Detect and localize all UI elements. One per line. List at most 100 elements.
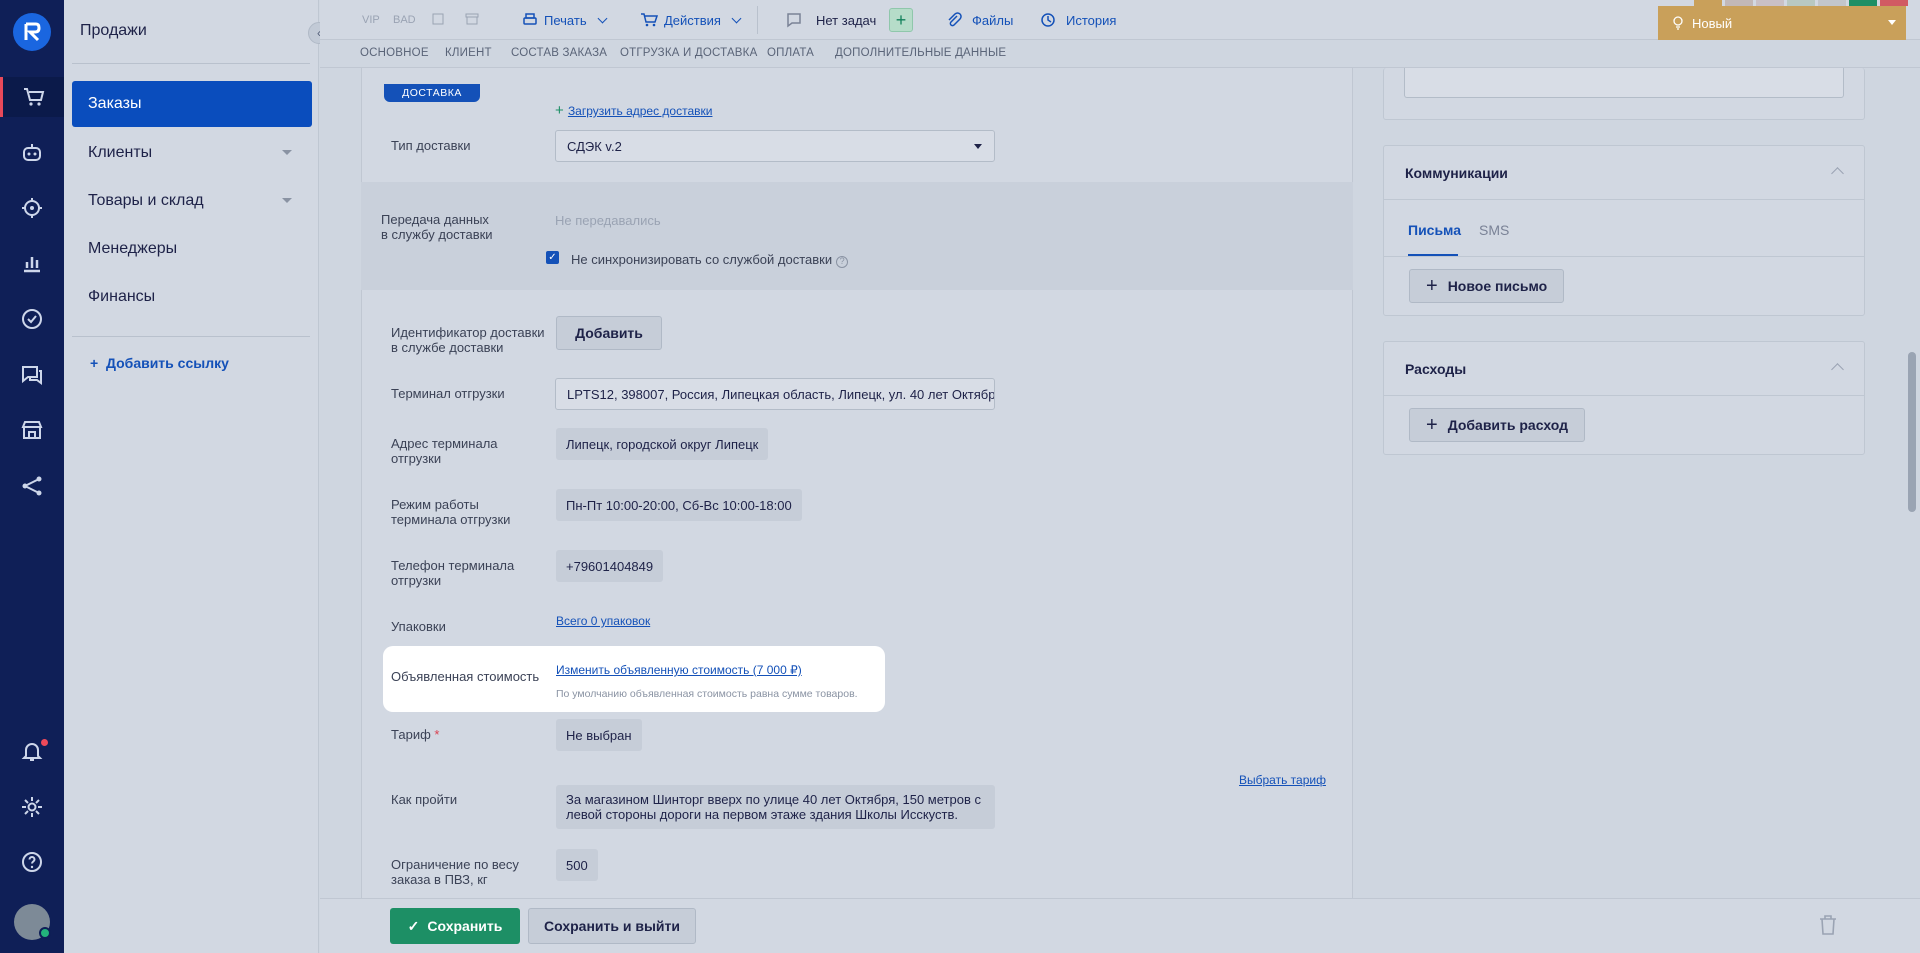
tab-order-items[interactable]: СОСТАВ ЗАКАЗА: [511, 47, 607, 59]
transfer-section: [361, 182, 1353, 290]
transfer-label: Передача данных в службу доставки: [381, 212, 493, 242]
declared-value-hint: По умолчанию объявленная стоимость равна…: [556, 688, 858, 700]
tab-additional[interactable]: ДОПОЛНИТЕЛЬНЫЕ ДАННЫЕ: [835, 47, 1006, 59]
bot-icon[interactable]: [0, 132, 64, 172]
paperclip-icon: [948, 12, 962, 27]
help-icon[interactable]: [0, 842, 64, 882]
actions-menu[interactable]: Действия: [640, 12, 742, 28]
tariff-label-text: Тариф: [391, 727, 431, 742]
plus-icon: +: [555, 102, 568, 119]
check-circle-icon[interactable]: [0, 299, 64, 339]
tasks-label: Нет задач: [816, 12, 877, 28]
declared-value-link[interactable]: Изменить объявленную стоимость (7 000 ₽): [556, 663, 802, 677]
chevron-down-icon: [974, 144, 982, 149]
tab-payment[interactable]: ОПЛАТА: [767, 47, 814, 59]
phone-label: Телефон терминала отгрузки: [391, 558, 514, 588]
chevron-down-icon: [597, 13, 608, 23]
divider: [72, 63, 310, 64]
help-icon[interactable]: ?: [836, 255, 849, 268]
save-and-exit-button[interactable]: Сохранить и выйти: [528, 908, 696, 944]
terminal-address-value: Липецк, городской округ Липецк: [556, 428, 769, 460]
section-tabs: ОСНОВНОЕ КЛИЕНТ СОСТАВ ЗАКАЗА ОТГРУЗКА И…: [320, 40, 1920, 68]
vip-toggle[interactable]: VIP: [362, 14, 380, 26]
add-expense-button[interactable]: + Добавить расход: [1409, 408, 1586, 442]
avatar[interactable]: [14, 904, 51, 940]
hours-label-line: Режим работы: [391, 497, 479, 512]
tab-main[interactable]: ОСНОВНОЕ: [360, 47, 429, 59]
sidebar-item-managers[interactable]: Менеджеры: [72, 226, 312, 272]
comment-card: [1383, 68, 1865, 120]
delivery-type-select[interactable]: СДЭК v.2: [555, 130, 995, 162]
delivery-type-value: СДЭК v.2: [567, 138, 622, 154]
tab-client[interactable]: КЛИЕНТ: [445, 47, 492, 59]
expenses-card: Расходы + Добавить расход: [1383, 341, 1865, 455]
sidebar-item-orders[interactable]: Заказы: [72, 81, 312, 127]
plus-icon: +: [90, 355, 106, 371]
archive-icon[interactable]: [465, 13, 479, 25]
add-delivery-id-button[interactable]: Добавить: [556, 316, 662, 350]
terminal-select[interactable]: LPTS12, 398007, Россия, Липецкая область…: [555, 378, 995, 410]
save-button[interactable]: ✓ Сохранить: [390, 908, 520, 944]
packages-label: Упаковки: [391, 619, 446, 634]
upload-address-label: Загрузить адрес доставки: [567, 104, 713, 118]
status-select[interactable]: Новый: [1658, 6, 1906, 40]
add-task-button[interactable]: +: [889, 8, 913, 32]
copy-icon[interactable]: [432, 13, 444, 25]
directions-label: Как пройти: [391, 792, 458, 807]
upload-address-link[interactable]: + Загрузить адрес доставки: [555, 102, 712, 119]
sidebar-item-finance[interactable]: Финансы: [72, 274, 312, 320]
target-icon[interactable]: [0, 188, 64, 228]
directions-value: За магазином Шинторг вверх по улице 40 л…: [556, 785, 995, 829]
page-scrollbar[interactable]: [1908, 352, 1916, 512]
logo-icon[interactable]: [13, 13, 51, 51]
store-icon[interactable]: [0, 410, 64, 450]
sidebar-item-label: Клиенты: [88, 144, 153, 161]
chat-icon[interactable]: [0, 355, 64, 395]
terminal-address-label-line: отгрузки: [391, 451, 442, 466]
communications-header[interactable]: Коммуникации: [1384, 146, 1864, 200]
transfer-status: Не передавались: [555, 213, 661, 228]
delivery-id-label-line: в службе доставки: [391, 340, 504, 355]
trash-icon[interactable]: [1818, 914, 1838, 939]
delivery-id-label-line: Идентификатор доставки: [391, 325, 545, 340]
gear-icon[interactable]: [0, 787, 64, 827]
comment-textarea[interactable]: [1404, 68, 1844, 98]
expenses-header[interactable]: Расходы: [1384, 342, 1864, 396]
history-button[interactable]: История: [1040, 12, 1116, 28]
sidebar-item-label: Финансы: [88, 288, 156, 305]
terminal-label: Терминал отгрузки: [391, 386, 505, 401]
tab-sms[interactable]: SMS: [1479, 222, 1509, 238]
sidebar: Продажи Заказы Клиенты Товары и склад Ме…: [64, 0, 319, 953]
print-label: Печать: [544, 12, 587, 28]
chart-icon[interactable]: [0, 243, 64, 283]
tasks-indicator[interactable]: Нет задач: [786, 12, 876, 28]
actions-label: Действия: [664, 12, 721, 28]
choose-tariff-link[interactable]: Выбрать тариф: [1239, 773, 1326, 787]
printer-icon: [523, 13, 537, 25]
chevron-up-icon: [1831, 363, 1844, 376]
tab-letters[interactable]: Письма: [1408, 222, 1461, 238]
chevron-down-icon: [731, 13, 742, 23]
files-button[interactable]: Файлы: [946, 12, 1013, 28]
add-link-button[interactable]: + Добавить ссылку: [90, 355, 229, 371]
print-menu[interactable]: Печать: [522, 12, 608, 28]
status-label: Новый: [1692, 15, 1733, 31]
tab-shipping[interactable]: ОТГРУЗКА И ДОСТАВКА: [620, 47, 757, 59]
chevron-down-icon: [282, 198, 292, 203]
weight-label-line: заказа в ПВЗ, кг: [391, 872, 488, 887]
sidebar-item-clients[interactable]: Клиенты: [72, 130, 312, 176]
sidebar-item-label: Менеджеры: [88, 240, 178, 257]
bad-toggle[interactable]: BAD: [393, 14, 416, 26]
notification-dot: [41, 739, 48, 746]
cart-icon[interactable]: [0, 77, 64, 117]
chevron-down-icon: [1888, 20, 1896, 25]
sidebar-item-goods[interactable]: Товары и склад: [72, 178, 312, 224]
hours-value: Пн-Пт 10:00-20:00, Сб-Вс 10:00-18:00: [556, 489, 802, 521]
bulb-icon: [1673, 16, 1683, 30]
history-label: История: [1066, 12, 1117, 28]
packages-link[interactable]: Всего 0 упаковок: [556, 614, 650, 628]
new-letter-button[interactable]: + Новое письмо: [1409, 269, 1565, 303]
bell-icon[interactable]: [0, 731, 64, 771]
share-icon[interactable]: [0, 466, 64, 506]
no-sync-checkbox[interactable]: ✓: [546, 251, 559, 264]
